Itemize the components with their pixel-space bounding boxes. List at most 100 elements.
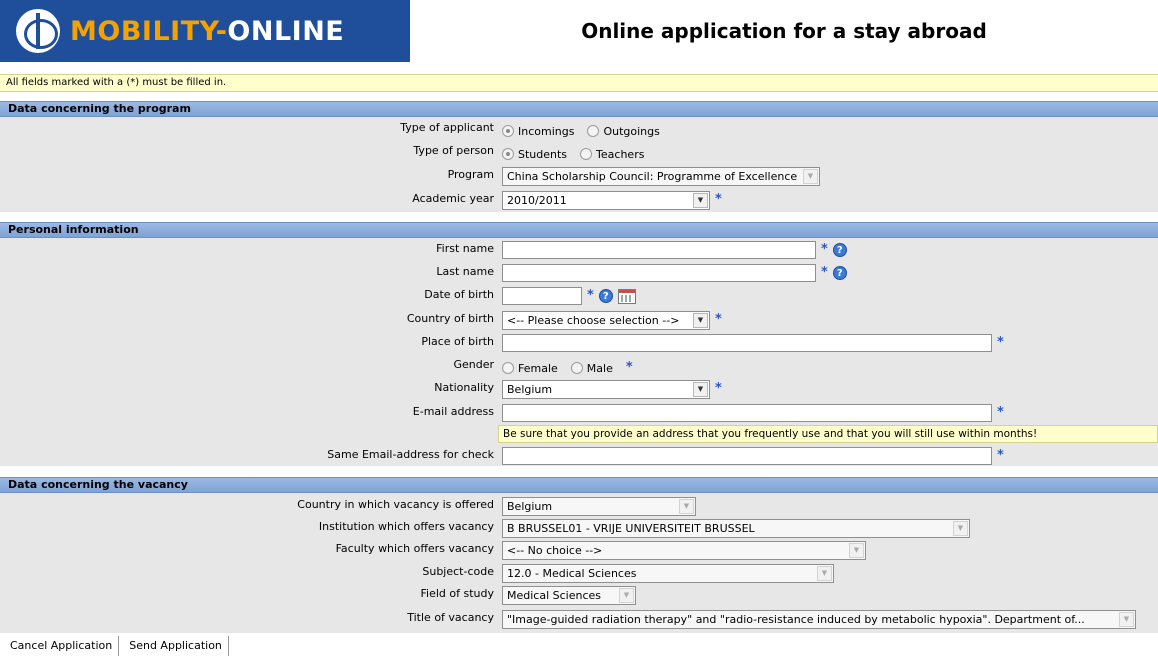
- help-icon[interactable]: ?: [832, 243, 847, 257]
- radio-indicator[interactable]: [580, 148, 593, 160]
- field-of-study-label: Field of study: [420, 587, 495, 600]
- radio-teachers-label: Teachers: [596, 147, 645, 161]
- radio-indicator[interactable]: [502, 362, 514, 374]
- radio-indicator[interactable]: [502, 148, 514, 160]
- app-header: MOBILITY-ONLINE Online application for a…: [0, 0, 1158, 62]
- date-of-birth-row: Date of birth * ?: [0, 285, 1158, 307]
- chevron-down-icon[interactable]: ▼: [693, 381, 708, 397]
- faculty-select-value: <-- No choice -->: [507, 543, 603, 557]
- email-input[interactable]: [502, 404, 992, 422]
- field-of-study-control: Medical Sciences ▼: [502, 585, 636, 605]
- type-of-applicant-options: Incomings Outgoings: [502, 119, 668, 139]
- first-name-input[interactable]: [502, 241, 816, 259]
- first-name-label: First name: [436, 242, 494, 255]
- date-of-birth-label: Date of birth: [424, 288, 494, 301]
- academic-year-select[interactable]: 2010/2011 ▼: [502, 190, 710, 210]
- place-of-birth-row: Place of birth *: [0, 332, 1158, 354]
- nationality-select[interactable]: Belgium ▼: [502, 379, 710, 399]
- academic-year-label: Academic year: [412, 192, 494, 205]
- required-marker: *: [715, 381, 722, 396]
- nationality-row: Nationality Belgium ▼ *: [0, 378, 1158, 400]
- chevron-down-icon[interactable]: ▼: [849, 542, 864, 558]
- institution-select[interactable]: B BRUSSEL01 - VRIJE UNIVERSITEIT BRUSSEL…: [502, 518, 970, 538]
- logo-text-part1: MOBILITY-: [70, 15, 228, 47]
- country-of-birth-select[interactable]: <-- Please choose selection --> ▼: [502, 310, 710, 330]
- institution-label: Institution which offers vacancy: [318, 520, 494, 533]
- place-of-birth-control: *: [502, 333, 1004, 353]
- chevron-down-icon[interactable]: ▼: [803, 168, 818, 184]
- chevron-down-icon[interactable]: ▼: [817, 565, 832, 581]
- chevron-down-icon[interactable]: ▼: [693, 312, 708, 328]
- calendar-icon[interactable]: [617, 288, 636, 304]
- title-of-vacancy-select-value: "Image-guided radiation therapy" and "ra…: [507, 612, 1085, 626]
- title-of-vacancy-control: "Image-guided radiation therapy" and "ra…: [502, 609, 1136, 629]
- required-marker: *: [625, 360, 633, 375]
- faculty-control: <-- No choice --> ▼: [502, 540, 866, 560]
- radio-students[interactable]: Students: [502, 144, 567, 161]
- vacancy-country-label: Country in which vacancy is offered: [297, 498, 494, 511]
- vacancy-country-row: Country in which vacancy is offered Belg…: [0, 495, 1158, 517]
- cancel-application-button[interactable]: Cancel Application: [4, 636, 120, 656]
- last-name-label: Last name: [436, 265, 494, 278]
- subject-code-label: Subject-code: [422, 565, 494, 578]
- radio-indicator[interactable]: [587, 125, 600, 137]
- nationality-control: Belgium ▼ *: [502, 379, 722, 399]
- field-of-study-select[interactable]: Medical Sciences ▼: [502, 585, 636, 605]
- email-hint: Be sure that you provide an address that…: [498, 425, 1158, 443]
- country-of-birth-row: Country of birth <-- Please choose selec…: [0, 309, 1158, 331]
- country-of-birth-label: Country of birth: [406, 312, 494, 325]
- title-of-vacancy-label: Title of vacancy: [407, 611, 494, 624]
- radio-female[interactable]: Female: [502, 358, 558, 375]
- gender-label: Gender: [453, 358, 494, 371]
- logo-text-part2: ONLINE: [227, 15, 345, 47]
- date-of-birth-input[interactable]: [502, 287, 582, 305]
- chevron-down-icon[interactable]: ▼: [619, 587, 634, 603]
- chevron-down-icon[interactable]: ▼: [693, 192, 708, 208]
- radio-male-label: Male: [586, 361, 613, 375]
- chevron-down-icon[interactable]: ▼: [1119, 611, 1134, 627]
- help-icon[interactable]: ?: [598, 289, 613, 303]
- gender-options: Female Male *: [502, 356, 633, 376]
- chevron-down-icon[interactable]: ▼: [679, 498, 694, 514]
- email-check-label: Same Email-address for check: [327, 448, 494, 461]
- vacancy-country-select-value: Belgium: [507, 499, 553, 513]
- field-of-study-row: Field of study Medical Sciences ▼: [0, 584, 1158, 606]
- help-icon[interactable]: ?: [832, 266, 847, 280]
- subject-code-select[interactable]: 12.0 - Medical Sciences ▼: [502, 563, 834, 583]
- subject-code-row: Subject-code 12.0 - Medical Sciences ▼: [0, 562, 1158, 584]
- chevron-down-icon[interactable]: ▼: [953, 520, 968, 536]
- radio-female-label: Female: [518, 361, 558, 375]
- radio-indicator[interactable]: [570, 362, 583, 374]
- radio-indicator[interactable]: [502, 125, 514, 137]
- page-title: Online application for a stay abroad: [581, 19, 987, 43]
- program-control: China Scholarship Council: Programme of …: [502, 166, 820, 186]
- type-of-person-label: Type of person: [413, 144, 494, 157]
- required-marker: *: [715, 192, 722, 207]
- vacancy-country-select[interactable]: Belgium ▼: [502, 496, 696, 516]
- section-heading-program: Data concerning the program: [0, 101, 1158, 117]
- place-of-birth-input[interactable]: [502, 334, 992, 352]
- vacancy-country-control: Belgium ▼: [502, 496, 696, 516]
- email-check-control: *: [502, 446, 1004, 466]
- last-name-row: Last name * ?: [0, 262, 1158, 284]
- section-heading-vacancy: Data concerning the vacancy: [0, 477, 1158, 493]
- date-of-birth-control: * ?: [502, 286, 636, 306]
- radio-teachers[interactable]: Teachers: [580, 144, 644, 161]
- program-row: Program China Scholarship Council: Progr…: [0, 165, 1158, 187]
- radio-male[interactable]: Male: [570, 358, 613, 375]
- send-application-button[interactable]: Send Application: [123, 636, 229, 656]
- program-section: Data concerning the program Type of appl…: [0, 101, 1158, 212]
- form-actions: Cancel Application Send Application: [4, 636, 233, 656]
- program-select[interactable]: China Scholarship Council: Programme of …: [502, 166, 820, 186]
- radio-outgoings[interactable]: Outgoings: [587, 121, 660, 138]
- title-of-vacancy-select[interactable]: "Image-guided radiation therapy" and "ra…: [502, 609, 1136, 629]
- faculty-select[interactable]: <-- No choice --> ▼: [502, 540, 866, 560]
- institution-control: B BRUSSEL01 - VRIJE UNIVERSITEIT BRUSSEL…: [502, 518, 970, 538]
- last-name-input[interactable]: [502, 264, 816, 282]
- country-of-birth-control: <-- Please choose selection --> ▼ *: [502, 310, 722, 330]
- radio-incomings[interactable]: Incomings: [502, 121, 574, 138]
- last-name-control: * ?: [502, 263, 847, 283]
- radio-students-label: Students: [518, 147, 568, 161]
- email-check-input[interactable]: [502, 447, 992, 465]
- email-check-row: Same Email-address for check *: [0, 445, 1158, 467]
